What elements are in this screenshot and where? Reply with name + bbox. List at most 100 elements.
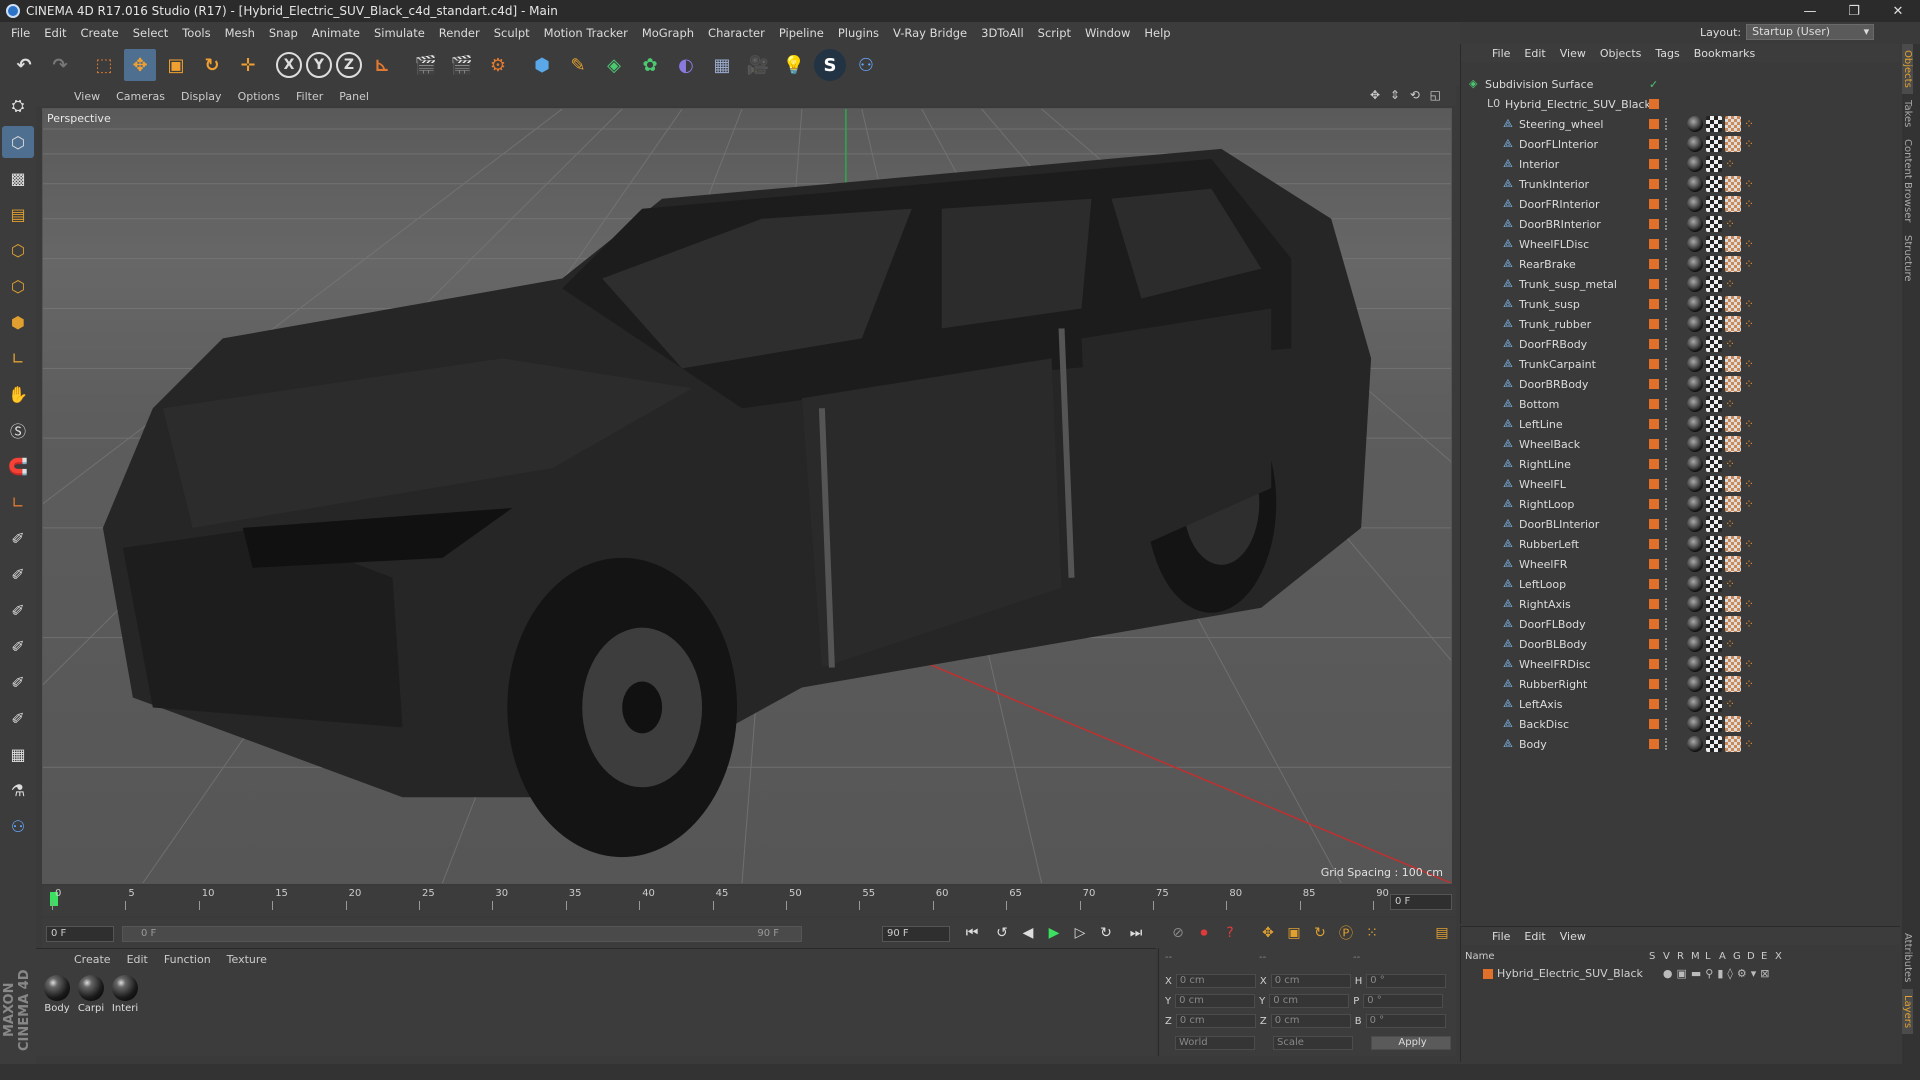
visibility-dots-icon[interactable] [1665,458,1668,470]
selection-tag-icon[interactable]: ⁘ [1725,396,1741,412]
object-row[interactable]: ⟁ RubberRight ⁘ [1461,674,1901,694]
key-pla-icon[interactable]: ⁙ [1360,922,1384,944]
object-row[interactable]: ⟁ Bottom ⁘ [1461,394,1901,414]
axis-mode-icon[interactable]: ∟ [2,342,34,374]
make-editable-icon[interactable]: ⛭ [2,90,34,122]
selection-tag-icon[interactable]: ⁘ [1744,676,1760,692]
texture-tag-icon[interactable] [1706,576,1722,592]
uvw-tag-icon[interactable] [1725,196,1741,212]
viewport-menu-panel[interactable]: Panel [331,90,377,103]
rotate-icon[interactable]: ↻ [196,49,228,81]
size-x-field[interactable]: 0 cm [1270,974,1351,988]
position-x-field[interactable]: 0 cm [1175,974,1256,988]
selection-tag-icon[interactable]: ⁘ [1744,476,1760,492]
phong-tag-icon[interactable] [1687,736,1703,752]
key-scale-icon[interactable]: ▣ [1282,922,1306,944]
viewport-menu-view[interactable]: View [66,90,108,103]
tab-attributes[interactable]: Attributes [1902,927,1913,988]
selection-tag-icon[interactable]: ⁘ [1744,556,1760,572]
camera-icon[interactable]: 🎥 [742,49,774,81]
workplane-icon[interactable]: ▤ [2,198,34,230]
visibility-dots-icon[interactable] [1665,538,1668,550]
render-settings-icon[interactable]: ⚙ [482,49,514,81]
menu-script[interactable]: Script [1031,26,1078,40]
visibility-dots-icon[interactable] [1665,278,1668,290]
menu-snap[interactable]: Snap [262,26,305,40]
uvw-tag-icon[interactable] [1725,176,1741,192]
uvw-tag-icon[interactable] [1725,616,1741,632]
phong-tag-icon[interactable] [1687,456,1703,472]
phong-tag-icon[interactable] [1687,716,1703,732]
tab-layers[interactable]: Layers [1902,988,1913,1034]
phong-tag-icon[interactable] [1687,376,1703,392]
selection-tag-icon[interactable]: ⁘ [1744,196,1760,212]
uvw-tag-icon[interactable] [1725,716,1741,732]
object-row[interactable]: ⟁ RightLine ⁘ [1461,454,1901,474]
viewport-menu-options[interactable]: Options [230,90,288,103]
object-row[interactable]: ⟁ Interior ⁘ [1461,154,1901,174]
y-axis-icon[interactable]: Y [306,52,332,78]
key-parameter-icon[interactable]: Ⓟ [1334,922,1358,944]
phong-tag-icon[interactable] [1687,656,1703,672]
uvw-tag-icon[interactable] [1725,316,1741,332]
frame-range-slider[interactable]: 0 F 90 F [122,926,802,942]
menu-motion-tracker[interactable]: Motion Tracker [537,26,635,40]
object-row[interactable]: ⟁ RightLoop ⁘ [1461,494,1901,514]
phong-tag-icon[interactable] [1687,176,1703,192]
texture-tag-icon[interactable] [1706,536,1722,552]
visibility-dots-icon[interactable] [1665,198,1668,210]
texture-tag-icon[interactable] [1706,296,1722,312]
uvw-tag-icon[interactable] [1725,736,1741,752]
menu-plugins[interactable]: Plugins [831,26,886,40]
visibility-dots-icon[interactable] [1665,698,1668,710]
undo-icon[interactable]: ↶ [8,49,40,81]
texture-tag-icon[interactable] [1706,476,1722,492]
magnet-icon[interactable]: ⚗ [2,774,34,806]
visibility-dots-icon[interactable] [1665,438,1668,450]
uvw-tag-icon[interactable] [1725,656,1741,672]
visibility-dots-icon[interactable] [1665,258,1668,270]
menu-mesh[interactable]: Mesh [218,26,262,40]
objects-menu-view[interactable]: View [1553,47,1593,60]
object-row[interactable]: ⟁ WheelFL ⁘ [1461,474,1901,494]
texture-tag-icon[interactable] [1706,676,1722,692]
sculpt-smooth-icon[interactable]: ✐ [2,594,34,626]
sculpt-brush-icon[interactable]: ✐ [2,522,34,554]
visibility-dots-icon[interactable] [1665,158,1668,170]
uvw-tag-icon[interactable] [1725,556,1741,572]
x-axis-icon[interactable]: X [276,52,302,78]
tab-takes[interactable]: Takes [1902,94,1913,133]
light-icon[interactable]: 💡 [778,49,810,81]
phong-tag-icon[interactable] [1687,336,1703,352]
texture-tag-icon[interactable] [1706,696,1722,712]
model-mode-icon[interactable]: ⬡ [2,126,34,158]
object-row-subdivision-surface[interactable]: ◈ Subdivision Surface ✓ [1461,74,1901,94]
phong-tag-icon[interactable] [1687,396,1703,412]
visibility-dots-icon[interactable] [1665,638,1668,650]
sculpt-pull-icon[interactable]: ✐ [2,558,34,590]
phong-tag-icon[interactable] [1687,316,1703,332]
visibility-dots-icon[interactable] [1665,598,1668,610]
texture-tag-icon[interactable] [1706,716,1722,732]
visibility-dots-icon[interactable] [1665,118,1668,130]
perspective-viewport[interactable]: Perspective Grid Spacing : 100 cm [42,108,1452,884]
python-script-icon[interactable]: ⚇ [2,810,34,842]
tab-structure[interactable]: Structure [1902,229,1913,288]
tab-content-browser[interactable]: Content Browser [1902,133,1913,228]
selection-tag-icon[interactable]: ⁘ [1725,576,1741,592]
texture-tag-icon[interactable] [1706,336,1722,352]
go-to-end-icon[interactable]: ⏭ [1124,922,1148,944]
menu-select[interactable]: Select [126,26,175,40]
phong-tag-icon[interactable] [1687,276,1703,292]
visibility-dots-icon[interactable] [1665,238,1668,250]
visibility-dots-icon[interactable] [1665,578,1668,590]
layout-dropdown[interactable]: Startup (User) [1746,24,1875,40]
scale-icon[interactable]: ▣ [160,49,192,81]
selection-tag-icon[interactable]: ⁘ [1725,516,1741,532]
vray-icon[interactable]: S [814,49,846,81]
visibility-dots-icon[interactable] [1665,378,1668,390]
tab-objects[interactable]: Objects [1902,44,1913,94]
minimize-button[interactable]: — [1788,0,1832,22]
objects-menu-tags[interactable]: Tags [1648,47,1686,60]
current-frame-right-field[interactable]: 0 F [1390,894,1452,910]
